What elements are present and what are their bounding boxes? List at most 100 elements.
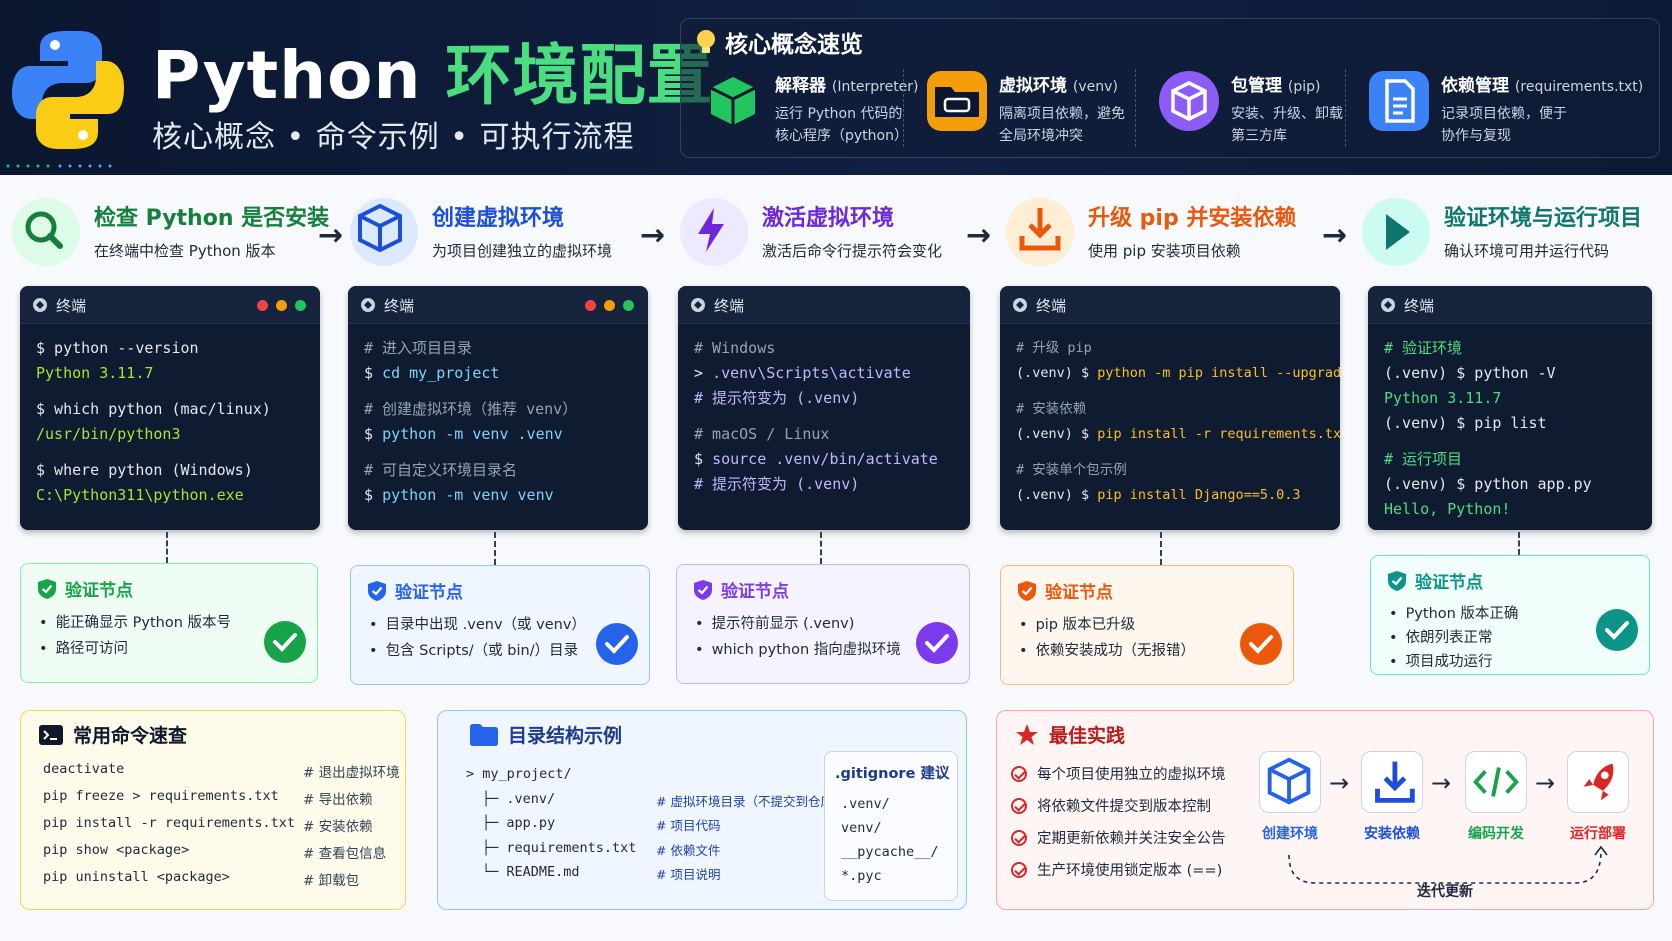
terminal-line: Hello, Python! (1384, 497, 1644, 522)
arrow-icon: → (1322, 218, 1348, 253)
tree-comment: # 项目代码 (656, 818, 721, 833)
verify-title: 验证节点 (1045, 583, 1113, 603)
verify-node-2: 验证节点目录中出现 .venv（或 venv）包含 Scripts/（或 bin… (350, 565, 650, 685)
verify-item: 路径可访问 (39, 636, 231, 662)
terminal-titlebar: 终端 (1368, 286, 1652, 324)
best-practice-text: 定期更新依赖并关注安全公告 (1037, 831, 1226, 847)
terminal-text: # 进入项目目录 (364, 339, 473, 357)
terminal-text: # 提示符变为 (.venv) (694, 389, 860, 407)
play-icon (1386, 214, 1410, 250)
verify-list: 提示符前显示 (.venv)which python 指向虚拟环境 (695, 611, 901, 663)
close-dot[interactable] (257, 300, 268, 311)
verify-node-4: 验证节点 pip 版本已升级依赖安装成功（无报错） (1000, 565, 1294, 685)
terminal-text: pip install -r requirements.txt (1097, 426, 1340, 442)
tree-entry: ├─ requirements.txt (482, 839, 637, 856)
verify-header: 验证节点 (1017, 578, 1113, 603)
cube-icon (710, 77, 756, 125)
terminal-output: # 进入项目目录 $ cd my_project # 创建虚拟环境（推荐 venv）… (364, 336, 640, 508)
concept-desc-line: 安装、升级、卸载 (1231, 106, 1343, 122)
step-icon-bg (680, 198, 748, 266)
terminal-text: # 安装单个包示例 (1016, 462, 1127, 478)
terminal-output: # Windows > .venv\Scripts\activate # 提示符变为… (694, 336, 962, 497)
step-title: 验证环境与运行项目 (1444, 206, 1643, 231)
best-practice-header: 最佳实践 (1015, 721, 1125, 748)
terminal-line: (.venv) $ pip list (1384, 411, 1644, 436)
concept-desc-line: 第三方库 (1231, 128, 1287, 144)
terminal-line: # 提示符变为 (.venv) (694, 472, 962, 497)
connector-line (1518, 532, 1520, 555)
package-icon-bg (1159, 71, 1219, 131)
verify-list: Python 版本正确依朗列表正常项目成功运行 (1389, 602, 1519, 674)
check-circle-icon (264, 621, 306, 663)
command-note: # 安装依赖 (303, 819, 373, 835)
page: Python 环境配置 核心概念 • 命令示例 • 可执行流程 核心概念速览 解… (0, 0, 1672, 941)
terminal-text: $ (364, 364, 383, 382)
terminal-icon (39, 724, 63, 745)
command-note: # 退出虚拟环境 (303, 765, 400, 781)
command-text: pip install -r requirements.txt (43, 815, 295, 831)
terminal-text: $ where python (Windows) (36, 461, 253, 479)
terminal-text: (.venv) $ pip list (1384, 414, 1547, 432)
close-dot[interactable] (585, 300, 596, 311)
concept-desc: 运行 Python 代码的 核心程序（python） (775, 103, 908, 147)
concept-name: 解释器 (775, 76, 826, 96)
tree-entry: ├─ app.py (482, 815, 556, 831)
page-title: Python 环境配置 (152, 22, 713, 118)
terminal-line: # 进入项目目录 (364, 336, 640, 361)
step-4: 升级 pip 并安装依赖 使用 pip 安装项目依赖 (1006, 192, 1336, 270)
decorative-dots (6, 164, 112, 168)
header-banner: Python 环境配置 核心概念 • 命令示例 • 可执行流程 核心概念速览 解… (0, 0, 1672, 175)
tree-row: ├─ requirements.txt # 依赖文件 (466, 837, 826, 862)
flow-step-2 (1361, 751, 1423, 813)
terminal-text: # macOS / Linux (694, 425, 830, 443)
verify-node-5: 验证节点 Python 版本正确依朗列表正常项目成功运行 (1370, 555, 1650, 675)
check-circle-icon (1240, 623, 1282, 665)
terminal-text: source .venv/bin/activate (712, 450, 938, 468)
terminal-text: > (694, 364, 713, 382)
check-icon (1011, 765, 1027, 782)
concept-english: (pip) (1287, 79, 1321, 95)
verify-title: 验证节点 (395, 583, 463, 603)
arrow-icon: → (1431, 769, 1452, 797)
best-practice-panel: 最佳实践 每个项目使用独立的虚拟环境 将依赖文件提交到版本控制 定期更新依赖并关注安… (996, 710, 1654, 910)
best-practice-text: 每个项目使用独立的虚拟环境 (1037, 767, 1226, 783)
terminal-label: 终端 (56, 297, 87, 315)
command-text: pip freeze > requirements.txt (43, 788, 279, 804)
command-note: # 导出依赖 (303, 792, 373, 808)
shield-check-icon (368, 580, 386, 601)
terminal-text: (.venv) $ python -V (1384, 364, 1556, 382)
minimize-dot[interactable] (276, 300, 287, 311)
flow-step-4 (1567, 751, 1629, 813)
terminal-text: cd my_project (382, 364, 500, 382)
terminal-text: (.venv) $ (1016, 365, 1098, 381)
minimize-dot[interactable] (604, 300, 615, 311)
title-accent: 环境配置 (445, 37, 714, 114)
command-note: # 卸载包 (303, 873, 360, 889)
command-row: deactivate # 退出虚拟环境 (43, 757, 400, 784)
concept-divider (1135, 69, 1136, 147)
maximize-dot[interactable] (623, 300, 634, 311)
flow-step-3 (1465, 751, 1527, 813)
terminal-line: # 安装依赖 (1016, 397, 1332, 422)
terminal-text: # 提示符变为 (.venv) (694, 475, 860, 493)
terminal-text: # 验证环境 (1384, 339, 1463, 357)
verify-node-1: 验证节点能正确显示 Python 版本号路径可访问 (20, 563, 318, 683)
terminal-line: Python 3.11.7 (1384, 386, 1644, 411)
terminal-label: 终端 (1404, 297, 1435, 315)
terminal-line: $ python -m venv venv (364, 483, 640, 508)
rocket-icon (1583, 763, 1614, 801)
command-row: pip uninstall <package> # 卸载包 (43, 865, 395, 892)
verify-item: 目录中出现 .venv（或 venv） (369, 612, 586, 638)
gitignore-entry: __pycache__/ (841, 844, 939, 860)
terminal-text: (.venv) $ (1016, 426, 1098, 442)
folder-icon-bg (927, 71, 987, 131)
terminal-line: > .venv\Scripts\activate (694, 361, 962, 386)
maximize-dot[interactable] (295, 300, 306, 311)
terminal-text: # 升级 pip (1016, 340, 1092, 356)
terminal-line: (.venv) $ pip install -r requirements.tx… (1016, 422, 1340, 447)
gitignore-title: .gitignore 建议 (835, 766, 950, 782)
gitignore-box: .gitignore 建议 .venv/venv/ __pycache__/ *.p… (824, 751, 958, 901)
